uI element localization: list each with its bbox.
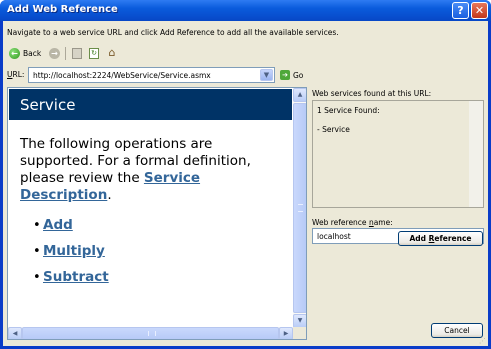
go-button[interactable]: ➔ Go: [280, 69, 310, 83]
bullet-icon: •: [33, 244, 41, 259]
scroll-up-icon[interactable]: ▲: [293, 88, 306, 102]
title-bar[interactable]: Add Web Reference ? ✕: [0, 0, 491, 21]
list-item: • Add: [33, 217, 109, 243]
stop-icon[interactable]: [72, 48, 82, 59]
operation-link-add[interactable]: Add: [43, 217, 73, 233]
scroll-down-icon[interactable]: ▼: [293, 314, 306, 328]
add-web-reference-dialog: Add Web Reference ? ✕ Navigate to a web …: [0, 0, 491, 349]
scrollbar-corner: [293, 327, 306, 339]
reference-name-label-prefix: Web reference: [312, 218, 369, 227]
grip-icon: [298, 204, 303, 212]
url-label: URL:: [7, 70, 24, 79]
scroll-left-icon[interactable]: ◀: [8, 327, 22, 339]
vertical-scrollbar[interactable]: ▲ ▼: [293, 88, 306, 328]
refresh-icon[interactable]: ↻: [89, 48, 99, 59]
service-intro: The following operations are supported. …: [20, 136, 251, 186]
resize-grip-icon[interactable]: ⋰: [479, 337, 487, 345]
back-label: Back: [23, 49, 42, 58]
vertical-scrollbar[interactable]: [469, 101, 483, 207]
grip-icon: [148, 331, 156, 336]
services-found-list[interactable]: 1 Service Found: - Service: [312, 100, 484, 208]
toolbar-separator: [65, 47, 66, 60]
operation-link-multiply[interactable]: Multiply: [43, 243, 105, 259]
chevron-down-icon[interactable]: ▼: [260, 69, 273, 81]
operation-link-subtract[interactable]: Subtract: [43, 269, 109, 285]
service-intro-end: .: [107, 187, 112, 203]
services-found-label: Web services found at this URL:: [312, 89, 432, 98]
web-browser-pane[interactable]: Service The following operations are sup…: [7, 87, 307, 340]
home-icon[interactable]: ⌂: [106, 47, 118, 59]
services-count: 1 Service Found:: [317, 106, 380, 115]
add-reference-rest: eference: [434, 234, 472, 243]
add-reference-prefix: Add: [409, 234, 429, 243]
list-item[interactable]: - Service: [317, 125, 350, 134]
window-title: Add Web Reference: [7, 4, 118, 15]
service-description-text: The following operations are supported. …: [20, 136, 288, 204]
reference-name-label: Web reference name:: [312, 218, 393, 227]
reference-name-value: localhost: [317, 232, 351, 241]
back-button[interactable]: ← Back: [7, 45, 47, 62]
close-button[interactable]: ✕: [471, 2, 488, 19]
add-reference-button[interactable]: Add Reference: [398, 231, 483, 246]
bullet-icon: •: [33, 218, 41, 233]
url-value: http://localhost:2224/WebService/Service…: [33, 71, 211, 80]
url-combobox[interactable]: http://localhost:2224/WebService/Service…: [28, 67, 275, 83]
url-label-rest: RL:: [12, 70, 25, 79]
instructions-text: Navigate to a web service URL and click …: [7, 28, 339, 37]
back-arrow-icon: ←: [9, 48, 20, 59]
service-title: Service: [20, 96, 76, 114]
list-item: • Subtract: [33, 269, 109, 295]
service-header: Service: [9, 89, 292, 120]
operations-list: • Add • Multiply • Subtract: [33, 217, 109, 295]
forward-arrow-icon[interactable]: →: [49, 48, 60, 59]
cancel-button[interactable]: Cancel: [431, 323, 483, 338]
go-arrow-icon: ➔: [280, 70, 290, 80]
list-item: • Multiply: [33, 243, 109, 269]
scroll-right-icon[interactable]: ▶: [279, 327, 293, 339]
bullet-icon: •: [33, 270, 41, 285]
horizontal-scrollbar[interactable]: ◀ ▶: [8, 327, 293, 339]
help-button[interactable]: ?: [452, 2, 469, 19]
horizontal-scroll-thumb[interactable]: [22, 327, 279, 339]
go-label: Go: [293, 71, 304, 80]
vertical-scroll-thumb[interactable]: [293, 103, 306, 313]
dialog-body: Navigate to a web service URL and click …: [3, 21, 488, 346]
reference-name-label-rest: ame:: [373, 218, 393, 227]
